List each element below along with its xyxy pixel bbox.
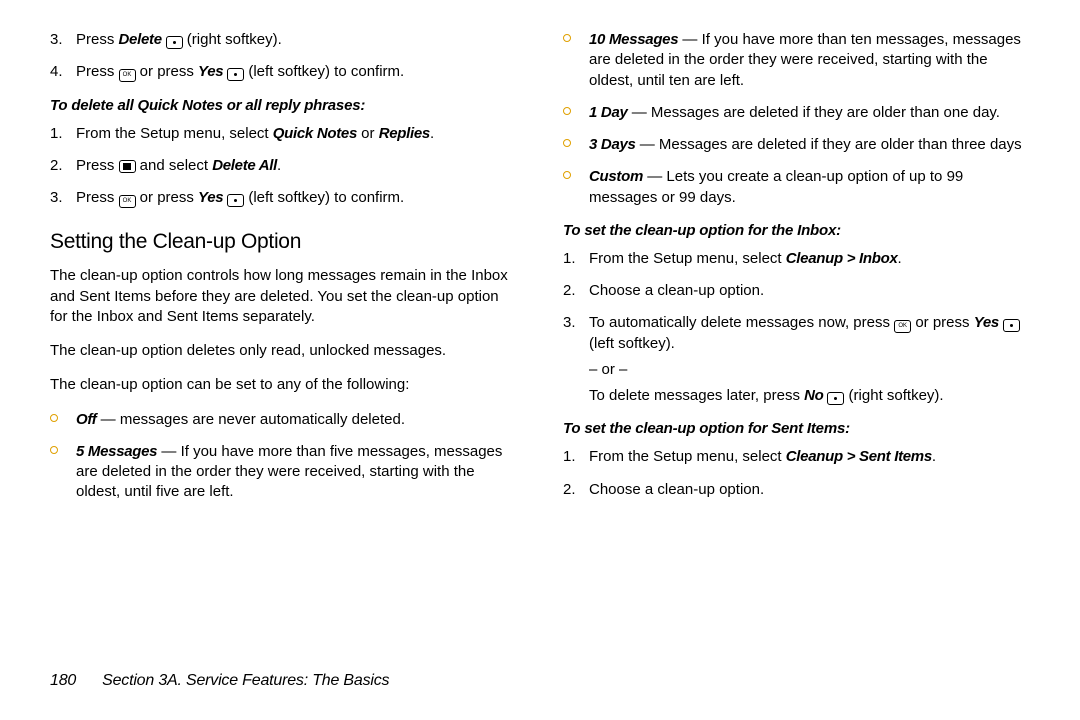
list-item: 2. Choose a clean-up option.: [563, 281, 1030, 301]
list-item: 3. Press Delete (right softkey).: [50, 30, 517, 50]
ordered-list-sent: 1. From the Setup menu, select Cleanup >…: [563, 447, 1030, 500]
sub-heading: To set the clean-up option for the Inbox…: [563, 222, 1030, 239]
paragraph: The clean-up option can be set to any of…: [50, 375, 517, 395]
page-body: 3. Press Delete (right softkey). 4. Pres…: [0, 0, 1080, 640]
left-column: 3. Press Delete (right softkey). 4. Pres…: [50, 26, 517, 640]
softkey-icon: [166, 36, 183, 49]
ok-key-icon: OK: [894, 320, 911, 333]
page-footer: 180 Section 3A. Service Features: The Ba…: [50, 672, 389, 690]
bullet-item: 1 Day — Messages are deleted if they are…: [563, 103, 1030, 123]
bullet-item: 10 Messages — If you have more than ten …: [563, 30, 1030, 91]
list-content: Press OK or press Yes (left softkey) to …: [76, 62, 517, 82]
list-number: 4.: [50, 62, 76, 82]
list-item: 3. To automatically delete messages now,…: [563, 313, 1030, 406]
section-heading: Setting the Clean-up Option: [50, 230, 517, 254]
sub-heading: To set the clean-up option for Sent Item…: [563, 420, 1030, 437]
bullet-icon: [50, 410, 76, 430]
ordered-list-inbox: 1. From the Setup menu, select Cleanup >…: [563, 249, 1030, 407]
list-content: Press Delete (right softkey).: [76, 30, 517, 50]
list-item: 4. Press OK or press Yes (left softkey) …: [50, 62, 517, 82]
bullet-item: 5 Messages — If you have more than five …: [50, 442, 517, 503]
bullet-icon: [563, 103, 589, 123]
list-item: 1. From the Setup menu, select Quick Not…: [50, 124, 517, 144]
or-separator: – or –: [589, 360, 1030, 380]
softkey-icon: [227, 68, 244, 81]
page-number: 180: [50, 672, 76, 690]
bullet-icon: [50, 442, 76, 503]
bullet-item: 3 Days — Messages are deleted if they ar…: [563, 135, 1030, 155]
ok-key-icon: OK: [119, 195, 136, 208]
list-number: 3.: [50, 30, 76, 50]
alternative: To delete messages later, press No (righ…: [589, 386, 1030, 406]
bullet-icon: [563, 167, 589, 208]
ordered-list-1: 3. Press Delete (right softkey). 4. Pres…: [50, 30, 517, 83]
bullet-item: Custom — Lets you create a clean-up opti…: [563, 167, 1030, 208]
paragraph: The clean-up option controls how long me…: [50, 266, 517, 327]
right-column: 10 Messages — If you have more than ten …: [563, 26, 1030, 640]
softkey-icon: [1003, 319, 1020, 332]
list-item: 1. From the Setup menu, select Cleanup >…: [563, 447, 1030, 467]
list-item: 2. Press and select Delete All.: [50, 156, 517, 176]
menu-key-icon: [119, 160, 136, 173]
softkey-icon: [227, 194, 244, 207]
bullet-list: Off — messages are never automatically d…: [50, 410, 517, 503]
softkey-icon: [827, 392, 844, 405]
sub-heading: To delete all Quick Notes or all reply p…: [50, 97, 517, 114]
bullet-list: 10 Messages — If you have more than ten …: [563, 30, 1030, 208]
bullet-icon: [563, 30, 589, 91]
ok-key-icon: OK: [119, 69, 136, 82]
section-title: Section 3A. Service Features: The Basics: [102, 672, 389, 690]
list-item: 1. From the Setup menu, select Cleanup >…: [563, 249, 1030, 269]
bullet-icon: [563, 135, 589, 155]
list-item: 3. Press OK or press Yes (left softkey) …: [50, 188, 517, 208]
bullet-item: Off — messages are never automatically d…: [50, 410, 517, 430]
paragraph: The clean-up option deletes only read, u…: [50, 341, 517, 361]
list-item: 2. Choose a clean-up option.: [563, 480, 1030, 500]
ordered-list-2: 1. From the Setup menu, select Quick Not…: [50, 124, 517, 209]
